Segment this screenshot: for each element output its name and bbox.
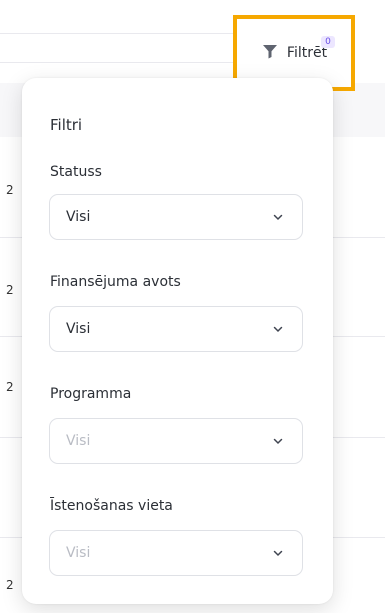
- program-label: Programma: [50, 386, 132, 402]
- chevron-down-icon: [272, 435, 284, 447]
- filter-count-badge: 0: [321, 36, 335, 48]
- table-border-line: [0, 62, 233, 63]
- panel-title: Filtri: [50, 116, 83, 134]
- filter-panel: Filtri Statuss Visi Finansējuma avots Vi…: [22, 78, 333, 604]
- funding-source-select-value: Visi: [66, 321, 91, 337]
- chevron-down-icon: [272, 547, 284, 559]
- chevron-down-icon: [272, 323, 284, 335]
- funding-source-label: Finansējuma avots: [50, 274, 181, 290]
- location-select-value: Visi: [66, 545, 91, 561]
- table-cell: 2: [6, 578, 14, 592]
- status-select[interactable]: Visi: [49, 194, 303, 240]
- table-border-line: [0, 33, 233, 34]
- filter-funnel-icon: [261, 42, 279, 64]
- funding-source-select[interactable]: Visi: [49, 306, 303, 352]
- status-label: Statuss: [50, 164, 102, 180]
- location-label: Īstenošanas vieta: [50, 498, 173, 514]
- table-cell: 2: [6, 380, 14, 394]
- filter-button-label: Filtrēt: [286, 45, 328, 61]
- table-cell: 2: [6, 283, 14, 297]
- program-select-value: Visi: [66, 433, 91, 449]
- status-select-value: Visi: [66, 209, 91, 225]
- table-cell: 2: [6, 183, 14, 197]
- chevron-down-icon: [272, 211, 284, 223]
- location-select[interactable]: Visi: [49, 530, 303, 576]
- program-select[interactable]: Visi: [49, 418, 303, 464]
